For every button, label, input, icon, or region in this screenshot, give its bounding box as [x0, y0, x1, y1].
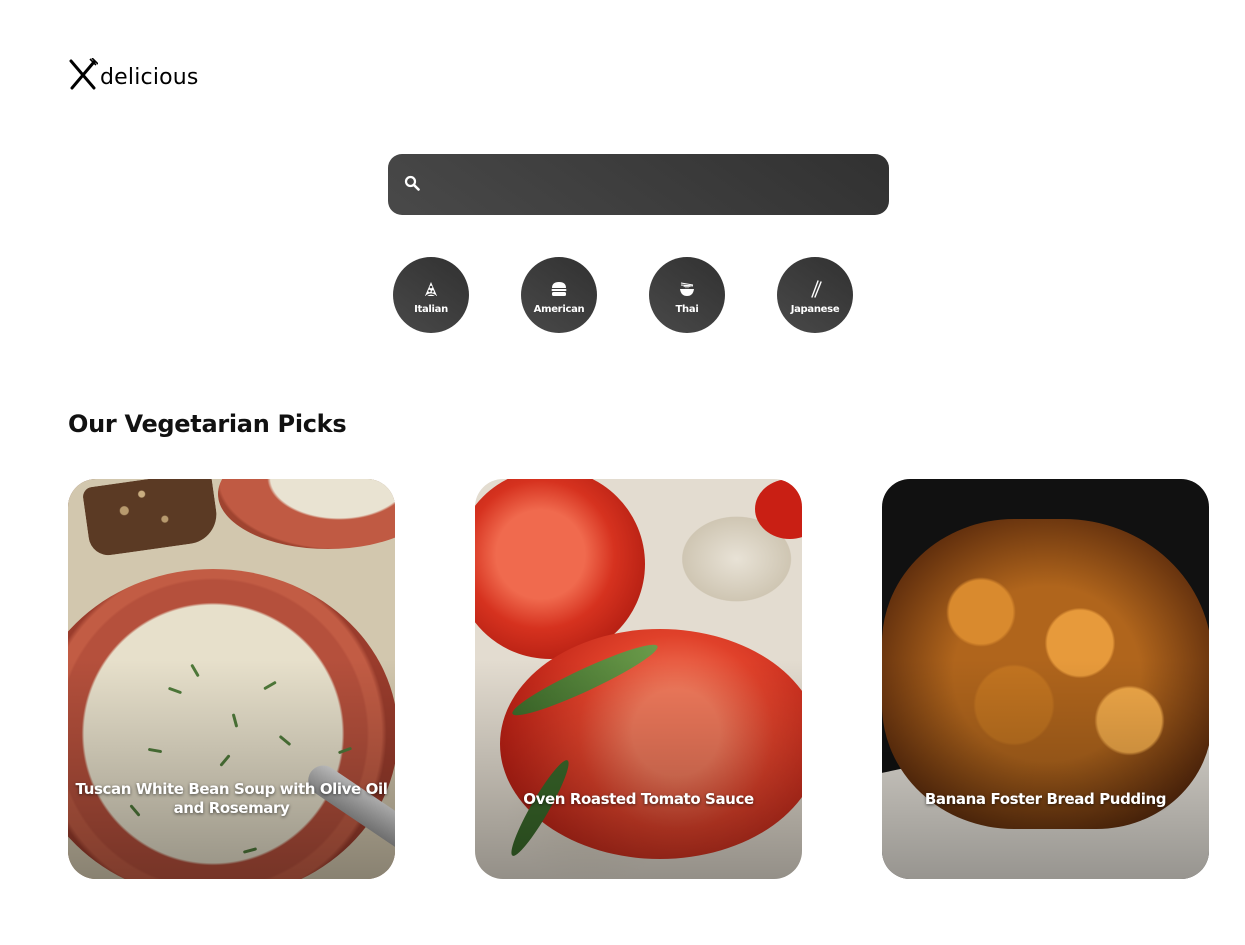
recipe-grid: Tuscan White Bean Soup with Olive Oil an…: [68, 479, 1209, 879]
category-label: American: [533, 304, 585, 315]
fork-knife-crossed-icon: [68, 57, 99, 94]
brand-name: delicious: [100, 64, 199, 90]
category-italian[interactable]: Italian: [393, 257, 469, 333]
pizza-icon: [421, 275, 441, 303]
category-japanese[interactable]: Japanese: [777, 257, 853, 333]
category-nav: Italian American Thai Japanese: [393, 257, 853, 333]
category-thai[interactable]: Thai: [649, 257, 725, 333]
recipe-title: Tuscan White Bean Soup with Olive Oil an…: [75, 780, 388, 817]
search-bar[interactable]: [388, 153, 889, 216]
logo-link[interactable]: delicious: [68, 57, 199, 94]
category-american[interactable]: American: [521, 257, 597, 333]
search-input[interactable]: [430, 153, 873, 216]
recipe-card[interactable]: Banana Foster Bread Pudding: [882, 479, 1209, 879]
recipe-title: Banana Foster Bread Pudding: [924, 789, 1167, 808]
chopsticks-icon: [805, 275, 825, 303]
category-label: Italian: [414, 304, 448, 315]
category-label: Thai: [675, 304, 699, 315]
recipe-card[interactable]: Oven Roasted Tomato Sauce: [475, 479, 802, 879]
search-icon: [404, 175, 420, 195]
category-label: Japanese: [790, 304, 840, 315]
recipe-card[interactable]: Tuscan White Bean Soup with Olive Oil an…: [68, 479, 395, 879]
burger-icon: [549, 275, 569, 303]
recipe-title: Oven Roasted Tomato Sauce: [523, 789, 754, 808]
section-title: Our Vegetarian Picks: [68, 410, 347, 438]
noodle-bowl-icon: [677, 275, 697, 303]
